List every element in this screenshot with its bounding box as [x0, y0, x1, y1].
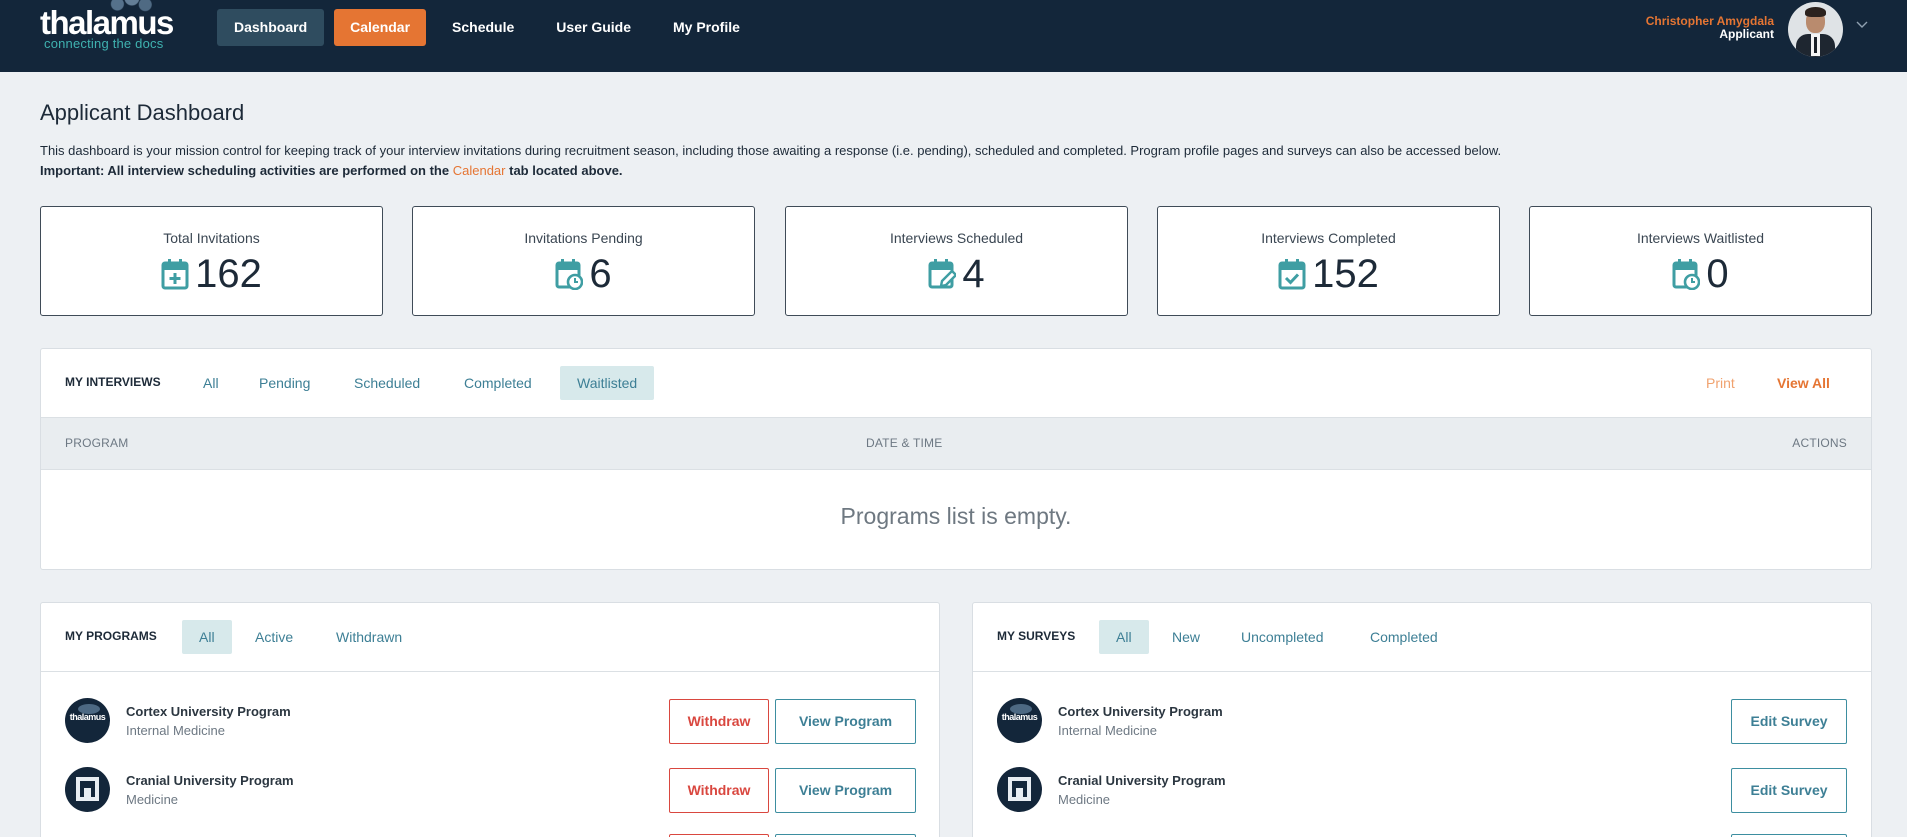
program-name[interactable]: Cranial University Program: [1058, 773, 1226, 788]
list-item: thalamus Cortex University Program Inter…: [41, 687, 939, 757]
interviews-toolbar: MY INTERVIEWS All Pending Scheduled Comp…: [41, 349, 1871, 417]
nav-user-guide[interactable]: User Guide: [540, 9, 647, 46]
user-role: Applicant: [1719, 27, 1774, 41]
column-date-time[interactable]: DATE & TIME: [866, 436, 942, 450]
column-actions: ACTIONS: [1792, 436, 1847, 450]
tab-uncompleted[interactable]: Uncompleted: [1224, 620, 1341, 654]
program-specialty: Medicine: [1058, 792, 1111, 807]
stat-card-invitations-pending: Invitations Pending 6: [412, 206, 755, 316]
interviews-table-header: PROGRAM DATE & TIME ACTIONS: [41, 417, 1871, 470]
withdraw-button[interactable]: Withdraw: [669, 768, 769, 813]
tab-all[interactable]: All: [186, 366, 236, 400]
tab-completed[interactable]: Completed: [447, 366, 549, 400]
list-item: Cranial University Program Medicine Edit…: [973, 756, 1871, 826]
list-item: thalamus Cortex University Program Inter…: [973, 687, 1871, 757]
empty-state-message: Programs list is empty.: [840, 503, 1072, 529]
withdraw-button[interactable]: Withdraw: [669, 699, 769, 744]
column-program[interactable]: PROGRAM: [65, 436, 128, 450]
logo-tagline: connecting the docs: [44, 36, 164, 51]
stat-label: Invitations Pending: [524, 230, 643, 246]
calendar-link[interactable]: Calendar: [453, 163, 506, 178]
nav-calendar[interactable]: Calendar: [334, 9, 427, 46]
view-program-button[interactable]: View Program: [775, 768, 916, 813]
important-prefix: Important: All interview scheduling acti…: [40, 163, 450, 178]
calendar-check-icon: [1278, 259, 1306, 290]
view-all-link[interactable]: View All: [1777, 375, 1830, 391]
tab-withdrawn[interactable]: Withdrawn: [319, 620, 419, 654]
programs-panel: MY PROGRAMS All Active Withdrawn thalamu…: [40, 602, 940, 837]
stat-card-interviews-scheduled: Interviews Scheduled 4: [785, 206, 1128, 316]
logo-wordmark: thalamus: [40, 4, 174, 41]
tab-new[interactable]: New: [1155, 620, 1217, 654]
divider: [41, 671, 939, 672]
user-name[interactable]: Christopher Amygdala: [1646, 14, 1774, 28]
stat-value: 4: [962, 252, 985, 296]
stat-card-interviews-waitlisted: Interviews Waitlisted 0: [1529, 206, 1872, 316]
thalamus-logo[interactable]: thalamus connecting the docs: [40, 0, 185, 58]
stat-label: Interviews Completed: [1261, 230, 1396, 246]
program-logo: thalamus: [997, 698, 1042, 743]
program-specialty: Medicine: [126, 792, 179, 807]
page-intro: This dashboard is your mission control f…: [40, 143, 1502, 158]
page-title: Applicant Dashboard: [40, 100, 245, 125]
nav-schedule[interactable]: Schedule: [436, 9, 530, 46]
list-item: Cranial University Program Medicine With…: [41, 756, 939, 826]
tab-all[interactable]: All: [1099, 620, 1149, 654]
edit-survey-button[interactable]: Edit Survey: [1731, 699, 1847, 744]
nav-my-profile[interactable]: My Profile: [657, 9, 756, 46]
stat-label: Interviews Waitlisted: [1636, 230, 1765, 246]
program-name[interactable]: Cortex University Program: [1058, 704, 1223, 719]
program-specialty: Internal Medicine: [1058, 723, 1157, 738]
program-name[interactable]: Cortex University Program: [126, 704, 291, 719]
chevron-down-icon[interactable]: [1855, 17, 1869, 31]
stat-value: 152: [1312, 252, 1379, 296]
tab-scheduled[interactable]: Scheduled: [337, 366, 437, 400]
stat-value: 162: [195, 252, 262, 296]
nav-dashboard[interactable]: Dashboard: [217, 9, 325, 46]
main-nav: Dashboard Calendar Schedule User Guide M…: [217, 9, 766, 46]
calendar-plus-icon: [161, 259, 189, 290]
interviews-panel: MY INTERVIEWS All Pending Scheduled Comp…: [40, 348, 1872, 570]
important-note: Important: All interview scheduling acti…: [40, 163, 623, 178]
program-logo: [65, 767, 110, 812]
program-logo: [997, 767, 1042, 812]
program-logo: thalamus: [65, 698, 110, 743]
program-name[interactable]: Cranial University Program: [126, 773, 294, 788]
stat-card-interviews-completed: Interviews Completed 152: [1157, 206, 1500, 316]
stat-value: 0: [1706, 252, 1729, 296]
avatar[interactable]: [1788, 2, 1843, 57]
important-suffix: tab located above.: [509, 163, 623, 178]
print-link[interactable]: Print: [1706, 375, 1735, 391]
stat-label: Total Invitations: [163, 230, 260, 246]
surveys-panel: MY SURVEYS All New Uncompleted Completed…: [972, 602, 1872, 837]
top-navbar: thalamus connecting the docs Dashboard C…: [0, 0, 1907, 72]
tab-waitlisted[interactable]: Waitlisted: [560, 366, 655, 400]
programs-title: MY PROGRAMS: [65, 629, 157, 643]
tab-all[interactable]: All: [182, 620, 232, 654]
tab-active[interactable]: Active: [238, 620, 310, 654]
surveys-title: MY SURVEYS: [997, 629, 1076, 643]
divider: [973, 671, 1871, 672]
edit-survey-button[interactable]: Edit Survey: [1731, 768, 1847, 813]
calendar-clock-icon: [555, 259, 584, 290]
tab-completed[interactable]: Completed: [1353, 620, 1455, 654]
stat-label: Interviews Scheduled: [889, 230, 1024, 246]
interviews-title: MY INTERVIEWS: [65, 375, 161, 389]
calendar-edit-icon: [928, 259, 957, 289]
tab-pending[interactable]: Pending: [242, 366, 327, 400]
stat-card-total-invitations: Total Invitations 162: [40, 206, 383, 316]
stat-value: 6: [589, 252, 612, 296]
calendar-clock-icon: [1672, 259, 1701, 290]
program-specialty: Internal Medicine: [126, 723, 225, 738]
view-program-button[interactable]: View Program: [775, 699, 916, 744]
